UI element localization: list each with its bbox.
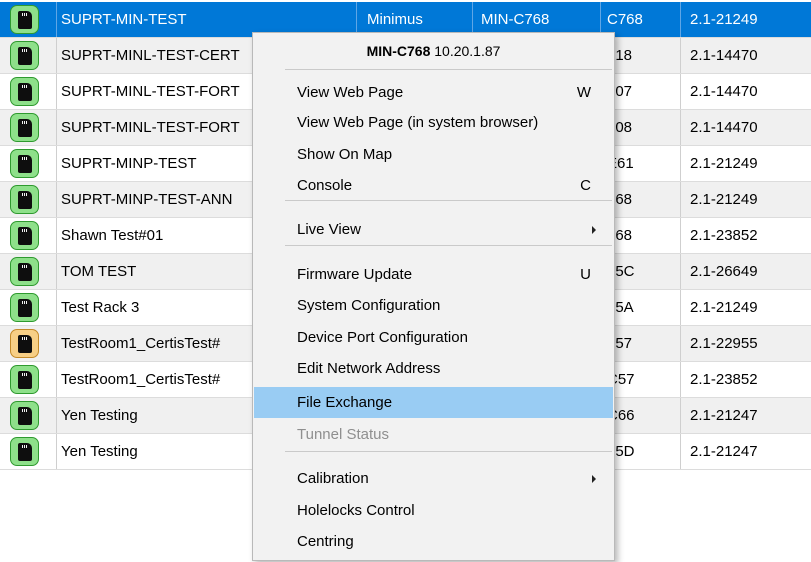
status-cell (0, 74, 56, 109)
status-cell (0, 254, 56, 289)
firmware-cell: 2.1-21249 (680, 2, 811, 37)
menu-item-view-web-page-in-system-browser[interactable]: View Web Page (in system browser) (254, 107, 613, 138)
menu-item-label: Console (297, 177, 353, 194)
status-cell (0, 398, 56, 433)
menu-item-label: Device Port Configuration (297, 329, 468, 346)
menu-item-shortcut: C (580, 177, 591, 194)
firmware-cell: 2.1-22955 (680, 326, 811, 361)
menu-item-device-port-configuration[interactable]: Device Port Configuration (254, 322, 613, 353)
status-cell (0, 110, 56, 145)
sd-card-icon (10, 293, 39, 322)
menu-item-label: Live View (297, 221, 361, 238)
menu-item-label: Edit Network Address (297, 360, 441, 377)
chevron-right-icon (592, 226, 596, 234)
menu-item-view-web-page[interactable]: View Web Page W (254, 77, 613, 108)
sd-card-icon (10, 5, 39, 34)
menu-item-label: Tunnel Status (297, 426, 389, 443)
menu-separator (285, 69, 612, 70)
sd-card-icon (10, 401, 39, 430)
firmware-cell: 2.1-14470 (680, 74, 811, 109)
firmware-cell: 2.1-21247 (680, 434, 811, 469)
menu-item-edit-network-address[interactable]: Edit Network Address (254, 353, 613, 384)
menu-item-label: Calibration (297, 470, 369, 487)
menu-item-label: Centring (297, 533, 354, 550)
menu-item-centring[interactable]: Centring (254, 526, 613, 557)
menu-item-label: File Exchange (297, 394, 393, 411)
firmware-cell: 2.1-21249 (680, 290, 811, 325)
status-cell (0, 290, 56, 325)
menu-item-holelocks-control[interactable]: Holelocks Control (254, 495, 613, 526)
firmware-cell: 2.1-14470 (680, 110, 811, 145)
firmware-cell: 2.1-23852 (680, 362, 811, 397)
firmware-cell: 2.1-23852 (680, 218, 811, 253)
menu-separator (285, 451, 612, 452)
status-cell (0, 218, 56, 253)
menu-item-label: Show On Map (297, 146, 393, 163)
status-cell (0, 2, 56, 37)
context-menu: MIN-C768 10.20.1.87 View Web Page W View W… (252, 32, 615, 561)
chevron-right-icon (592, 475, 596, 483)
firmware-cell: 2.1-26649 (680, 254, 811, 289)
firmware-cell: 2.1-21249 (680, 182, 811, 217)
sd-card-icon (10, 437, 39, 466)
menu-item-system-configuration[interactable]: System Configuration (254, 290, 613, 321)
sd-card-icon (10, 329, 39, 358)
menu-item-label: Holelocks Control (297, 502, 415, 519)
sd-card-icon (10, 365, 39, 394)
sd-card-icon (10, 113, 39, 142)
menu-item-shortcut: W (576, 84, 591, 101)
firmware-cell: 2.1-14470 (680, 38, 811, 73)
menu-item-label: View Web Page (in system browser) (297, 114, 539, 131)
sd-card-icon (10, 149, 39, 178)
sd-card-icon (10, 77, 39, 106)
menu-header-ip: 10.20.1.87 (434, 43, 501, 59)
menu-item-label: System Configuration (297, 297, 441, 314)
status-cell (0, 182, 56, 217)
menu-header-device: MIN-C768 (366, 43, 431, 59)
context-menu-header: MIN-C768 10.20.1.87 (253, 33, 614, 69)
menu-item-label: Firmware Update (297, 266, 413, 283)
sd-card-icon (10, 41, 39, 70)
menu-item-tunnel-status: Tunnel Status (254, 419, 613, 450)
menu-item-firmware-update[interactable]: Firmware Update U (254, 259, 613, 290)
menu-separator (285, 245, 612, 246)
menu-item-file-exchange[interactable]: File Exchange (254, 387, 613, 418)
menu-item-live-view[interactable]: Live View (254, 214, 613, 245)
menu-item-calibration[interactable]: Calibration (254, 463, 613, 494)
sd-card-icon (10, 221, 39, 250)
menu-item-show-on-map[interactable]: Show On Map (254, 139, 613, 170)
sd-card-icon (10, 185, 39, 214)
firmware-cell: 2.1-21247 (680, 398, 811, 433)
menu-item-label: View Web Page (297, 84, 404, 101)
status-cell (0, 326, 56, 361)
menu-item-shortcut: U (580, 266, 591, 283)
menu-item-console[interactable]: Console C (254, 170, 613, 201)
sd-card-icon (10, 257, 39, 286)
status-cell (0, 362, 56, 397)
status-cell (0, 434, 56, 469)
status-cell (0, 146, 56, 181)
status-cell (0, 38, 56, 73)
firmware-cell: 2.1-21249 (680, 146, 811, 181)
